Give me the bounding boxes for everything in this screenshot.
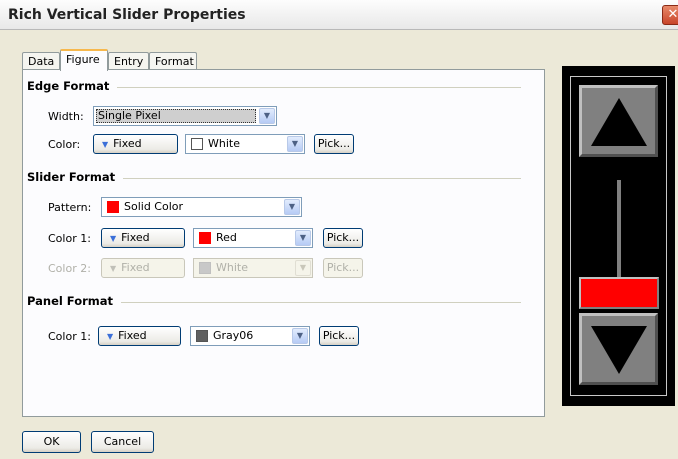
slider-down-button	[579, 313, 658, 385]
ok-button[interactable]: OK	[22, 431, 81, 453]
slider-color1-select[interactable]: Red ▼	[193, 228, 313, 248]
tab-entry[interactable]: Entry	[108, 52, 149, 70]
slider-color2-select: White ▼	[193, 258, 313, 278]
panel-format-title: Panel Format	[27, 294, 122, 308]
edge-color-mode-label: Fixed	[113, 137, 142, 150]
title-bar: Rich Vertical Slider Properties ✕	[0, 0, 678, 30]
edge-color-mode-button[interactable]: ▼ Fixed	[93, 134, 178, 154]
edge-color-value: White	[208, 137, 240, 150]
cancel-button[interactable]: Cancel	[91, 431, 154, 453]
color-swatch	[196, 330, 208, 342]
slider-color2-pick-button: Pick...	[323, 258, 363, 278]
edge-width-label: Width:	[48, 110, 84, 123]
edge-format-title: Edge Format	[27, 79, 118, 93]
slider-color1-mode-button[interactable]: ▼ Fixed	[101, 228, 185, 248]
pattern-select[interactable]: Solid Color ▼	[101, 197, 302, 217]
chevron-down-icon[interactable]: ▼	[284, 199, 300, 215]
color-swatch	[107, 201, 119, 213]
tab-figure[interactable]: Figure	[60, 49, 108, 71]
arrow-up-icon	[591, 98, 647, 146]
panel-color1-mode-label: Fixed	[118, 329, 147, 342]
slider-color2-mode-button: ▼ Fixed	[101, 258, 185, 278]
slider-up-button	[579, 85, 658, 157]
slider-color1-value: Red	[216, 231, 237, 244]
slider-color1-mode-label: Fixed	[121, 231, 150, 244]
dropdown-arrow-icon: ▼	[102, 140, 109, 149]
edge-color-pick-button[interactable]: Pick...	[314, 134, 354, 154]
close-icon: ✕	[667, 7, 678, 22]
slider-color1-label: Color 1:	[48, 232, 91, 245]
edge-color-select[interactable]: White ▼	[185, 134, 305, 154]
panel-color1-label: Color 1:	[48, 330, 91, 343]
slider-preview-frame	[570, 76, 667, 396]
tab-format[interactable]: Format	[149, 52, 197, 70]
panel-color1-pick-button[interactable]: Pick...	[319, 326, 359, 346]
slider-color2-label: Color 2:	[48, 262, 91, 275]
chevron-down-icon[interactable]: ▼	[287, 136, 303, 152]
tab-data[interactable]: Data	[22, 52, 60, 70]
edge-width-value: Single Pixel	[98, 109, 161, 122]
slider-thumb	[579, 277, 659, 309]
chevron-down-icon: ▼	[295, 260, 311, 276]
figure-tab-panel: Edge Format Width: Single Pixel ▼ Color:…	[22, 69, 545, 417]
color-swatch	[199, 262, 211, 274]
slider-color1-pick-button[interactable]: Pick...	[323, 228, 363, 248]
edge-color-label: Color:	[48, 138, 81, 151]
slider-color2-value: White	[216, 261, 248, 274]
arrow-down-icon	[591, 326, 647, 374]
window-title: Rich Vertical Slider Properties	[8, 7, 246, 23]
slider-track	[617, 180, 621, 282]
color-swatch	[199, 232, 211, 244]
panel-color1-mode-button[interactable]: ▼ Fixed	[98, 326, 181, 346]
slider-format-title: Slider Format	[27, 170, 124, 184]
dropdown-arrow-icon: ▼	[110, 234, 117, 243]
slider-color2-mode-label: Fixed	[121, 261, 150, 274]
pattern-label: Pattern:	[48, 201, 92, 214]
dropdown-arrow-icon: ▼	[110, 264, 117, 273]
panel-color1-value: Gray06	[213, 329, 254, 342]
dropdown-arrow-icon: ▼	[107, 332, 114, 341]
pattern-value: Solid Color	[124, 200, 184, 213]
chevron-down-icon[interactable]: ▼	[259, 108, 275, 124]
color-swatch	[191, 138, 203, 150]
close-button[interactable]: ✕	[662, 5, 678, 25]
panel-color1-select[interactable]: Gray06 ▼	[190, 326, 310, 346]
chevron-down-icon[interactable]: ▼	[295, 230, 311, 246]
slider-preview	[562, 66, 675, 406]
chevron-down-icon[interactable]: ▼	[292, 328, 308, 344]
edge-width-select[interactable]: Single Pixel ▼	[93, 106, 277, 126]
